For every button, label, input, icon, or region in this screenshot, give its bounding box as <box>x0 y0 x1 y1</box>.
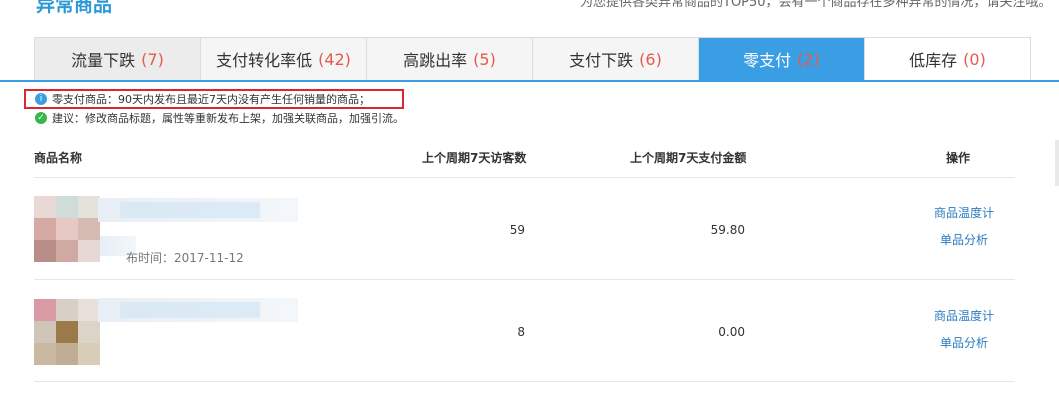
tab-label: 支付转化率低 <box>216 51 313 70</box>
tab-label: 高跳出率 <box>403 51 468 70</box>
suggestion-text: 建议：修改商品标题，属性等重新发布上架，加强关联商品，加强引流。 <box>52 112 404 125</box>
scrollbar[interactable] <box>1055 140 1059 186</box>
tab-zero-payment[interactable]: 零支付 (2) <box>699 38 865 80</box>
product-image <box>34 299 100 365</box>
page-title: 异常商品 <box>36 0 113 16</box>
amount-value: 0.00 <box>718 325 745 339</box>
header-note: 为您提供各类异常商品的TOP50，会有一个商品存在多种异常的情况，请关注哦。 <box>580 0 1052 10</box>
product-title-redacted-bar <box>120 302 260 318</box>
column-header-amount: 上个周期7天支付金额 <box>630 151 747 165</box>
tab-count: (2) <box>797 49 820 69</box>
tab-label: 流量下跌 <box>71 51 136 70</box>
publish-time: 布时间：2017-11-12 <box>126 251 244 265</box>
visitors-value: 59 <box>509 223 525 237</box>
visitors-value: 8 <box>517 325 525 339</box>
check-icon: ✓ <box>35 112 47 124</box>
tab-count: (6) <box>639 49 662 69</box>
definition-notice: i 零支付商品：90天内发布且最近7天内没有产生任何销量的商品； <box>24 89 404 109</box>
tab-low-conversion[interactable]: 支付转化率低 (42) <box>201 38 367 80</box>
tab-count: (42) <box>318 49 351 69</box>
tab-high-bounce[interactable]: 高跳出率 (5) <box>367 38 533 80</box>
single-item-analysis-link[interactable]: 单品分析 <box>940 231 988 248</box>
single-item-analysis-link[interactable]: 单品分析 <box>940 334 988 351</box>
tab-payment-drop[interactable]: 支付下跌 (6) <box>533 38 699 80</box>
tab-traffic-drop[interactable]: 流量下跌 (7) <box>35 38 201 80</box>
divider <box>34 381 1015 382</box>
tab-label: 零支付 <box>743 51 792 70</box>
product-image <box>34 196 100 262</box>
tab-underline <box>0 80 1059 82</box>
anomaly-tabs: 流量下跌 (7) 支付转化率低 (42) 高跳出率 (5) 支付下跌 (6) 零支付 (2… <box>34 37 1031 80</box>
definition-text: 零支付商品：90天内发布且最近7天内没有产生任何销量的商品； <box>52 93 370 106</box>
info-icon: i <box>35 93 47 105</box>
tab-label: 支付下跌 <box>569 51 634 70</box>
product-thermometer-link[interactable]: 商品温度计 <box>934 307 994 324</box>
column-header-visitors: 上个周期7天访客数 <box>422 151 527 165</box>
tab-count: (7) <box>141 49 164 69</box>
table-header: 商品名称 上个周期7天访客数 上个周期7天支付金额 操作 <box>34 147 1015 177</box>
suggestion-notice: ✓ 建议：修改商品标题，属性等重新发布上架，加强关联商品，加强引流。 <box>35 110 404 126</box>
tab-label: 低库存 <box>909 51 958 70</box>
tab-count: (0) <box>963 49 986 69</box>
table-row: 8 0.00 商品温度计 单品分析 <box>34 280 1015 381</box>
product-thermometer-link[interactable]: 商品温度计 <box>934 204 994 221</box>
column-header-actions: 操作 <box>946 151 971 165</box>
column-header-product: 商品名称 <box>34 151 83 165</box>
tab-count: (5) <box>473 49 496 69</box>
amount-value: 59.80 <box>710 223 745 237</box>
product-title-redacted-bar <box>120 202 260 218</box>
table-row: 布时间：2017-11-12 59 59.80 商品温度计 单品分析 <box>34 178 1015 279</box>
tab-low-stock[interactable]: 低库存 (0) <box>865 38 1030 80</box>
